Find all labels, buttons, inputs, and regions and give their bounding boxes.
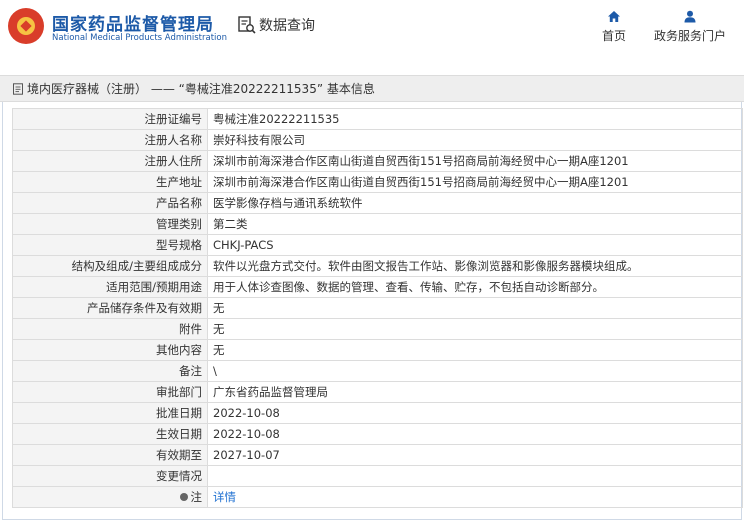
field-label: 型号规格 (12, 234, 208, 256)
user-icon (684, 10, 696, 23)
field-label: 备注 (12, 360, 208, 382)
site-title-cn[interactable]: 国家药品监督管理局 (52, 10, 214, 35)
field-value: 崇好科技有限公司 (207, 129, 743, 151)
field-value: 2022-10-08 (207, 402, 743, 424)
field-label: 生产地址 (12, 171, 208, 193)
field-value: 2022-10-08 (207, 423, 743, 445)
table-row: 备注 \ (12, 360, 743, 382)
table-row: 附件无 (12, 318, 743, 340)
table-row: 注册人住所 深圳市前海深港合作区南山街道自贸西街151号招商局前海经贸中心一期A座… (12, 150, 743, 172)
table-row: 变更情况 (12, 465, 743, 487)
field-value: \ (207, 360, 743, 382)
field-label: 其他内容 (12, 339, 208, 361)
field-label: 产品储存条件及有效期 (12, 297, 208, 319)
field-label: 生效日期 (12, 423, 208, 445)
field-label: 批准日期 (12, 402, 208, 424)
field-value: 深圳市前海深港合作区南山街道自贸西街151号招商局前海经贸中心一期A座1201 (207, 150, 743, 172)
nav-home[interactable]: 首页 (600, 10, 628, 44)
field-label: 有效期至 (12, 444, 208, 466)
details-link[interactable]: 详情 (213, 490, 236, 504)
field-label: 变更情况 (12, 465, 208, 487)
table-row: 审批部门 广东省药品监督管理局 (12, 381, 743, 403)
field-value: 粤械注准20222211535 (207, 108, 743, 130)
field-label: 结构及组成/主要组成成分 (12, 255, 208, 277)
field-value: 深圳市前海深港合作区南山街道自贸西街151号招商局前海经贸中心一期A座1201 (207, 171, 743, 193)
table-row: 结构及组成/主要组成成分 软件以光盘方式交付。软件由图文报告工作站、影像浏览器和影… (12, 255, 743, 277)
field-value: 软件以光盘方式交付。软件由图文报告工作站、影像浏览器和影像服务器模块组成。 (207, 255, 743, 277)
field-value: 无 (207, 318, 743, 340)
field-label: 产品名称 (12, 192, 208, 214)
table-row: 生产地址 深圳市前海深港合作区南山街道自贸西街151号招商局前海经贸中心一期A座1… (12, 171, 743, 193)
note-icon (179, 493, 188, 501)
nav-service-label: 政务服务门户 (654, 29, 727, 43)
site-header: 国家药品监督管理局 National Medical Products Admi… (0, 0, 744, 66)
nav-service-portal[interactable]: 政务服务门户 (654, 10, 726, 44)
field-value: 2027-10-07 (207, 444, 743, 466)
note-label-cell: 注 (12, 486, 208, 508)
field-value: CHKJ-PACS (207, 234, 743, 256)
field-value: 用于人体诊查图像、数据的管理、查看、传输、贮存，不包括自动诊断部分。 (207, 276, 743, 298)
table-row: 其他内容无 (12, 339, 743, 361)
table-row: 生效日期 2022-10-08 (12, 423, 743, 445)
detail-table-body: 注册证编号 粤械注准20222211535 注册人名称 崇好科技有限公司 注册人住所 深圳… (12, 108, 743, 508)
data-query-label: 数据查询 (259, 18, 315, 34)
field-value: 广东省药品监督管理局 (207, 381, 743, 403)
breadcrumb: 境内医疗器械（注册） —— “粤械注准20222211535” 基本信息 (0, 75, 744, 102)
table-row: 批准日期 2022-10-08 (12, 402, 743, 424)
table-row: 管理类别 第二类 (12, 213, 743, 235)
field-label: 注册人名称 (12, 129, 208, 151)
nav-home-label: 首页 (601, 29, 626, 43)
field-label: 适用范围/预期用途 (12, 276, 208, 298)
field-value: 医学影像存档与通讯系统软件 (207, 192, 743, 214)
field-value: 第二类 (207, 213, 743, 235)
table-row-note: 注详情 (12, 486, 743, 508)
search-document-icon (238, 16, 256, 34)
document-icon (13, 82, 23, 95)
table-row: 注册人名称 崇好科技有限公司 (12, 129, 743, 151)
field-value: 无 (207, 339, 743, 361)
data-query-title: 数据查询 (238, 15, 315, 35)
table-row: 适用范围/预期用途 用于人体诊查图像、数据的管理、查看、传输、贮存，不包括自动诊断… (12, 276, 743, 298)
site-title-en[interactable]: National Medical Products Administration (52, 33, 227, 43)
field-label: 审批部门 (12, 381, 208, 403)
note-value-cell: 详情 (207, 486, 743, 508)
table-row: 产品储存条件及有效期无 (12, 297, 743, 319)
breadcrumb-text: 境内医疗器械（注册） —— “粤械注准20222211535” 基本信息 (27, 82, 375, 96)
field-value: 无 (207, 297, 743, 319)
field-value (207, 465, 743, 487)
field-label: 注册人住所 (12, 150, 208, 172)
field-label: 注册证编号 (12, 108, 208, 130)
detail-table: 注册证编号 粤械注准20222211535 注册人名称 崇好科技有限公司 注册人住所 深圳… (12, 108, 743, 508)
field-label: 管理类别 (12, 213, 208, 235)
table-row: 型号规格 CHKJ-PACS (12, 234, 743, 256)
table-row: 产品名称 医学影像存档与通讯系统软件 (12, 192, 743, 214)
field-label: 附件 (12, 318, 208, 340)
table-row: 有效期至 2027-10-07 (12, 444, 743, 466)
nmpa-logo-icon[interactable] (8, 8, 44, 44)
table-row: 注册证编号 粤械注准20222211535 (12, 108, 743, 130)
note-label: 注 (190, 489, 203, 504)
home-icon (608, 11, 620, 22)
